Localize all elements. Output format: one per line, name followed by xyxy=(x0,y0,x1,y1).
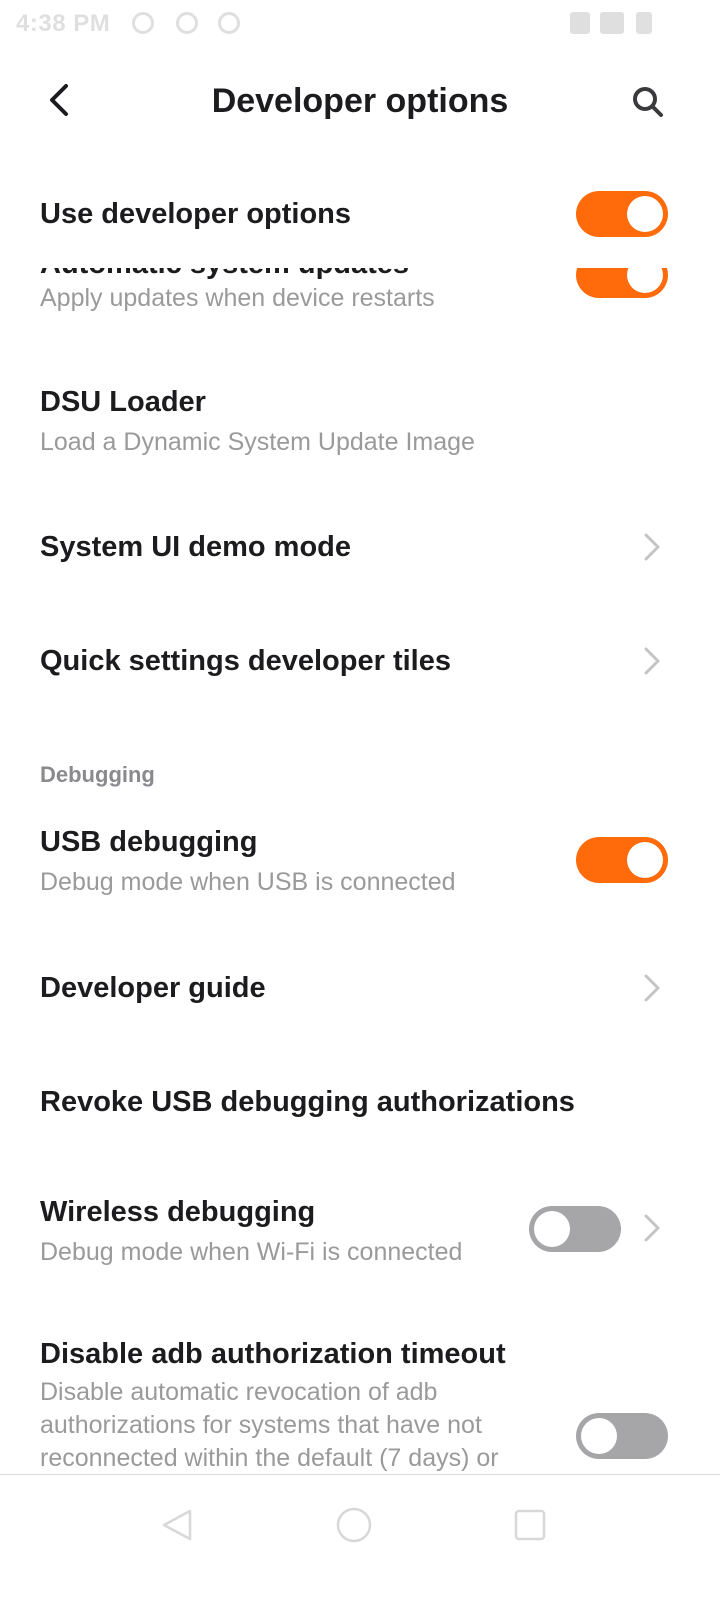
wifi-icon xyxy=(600,12,624,34)
page-title: Developer options xyxy=(211,82,509,120)
automatic-updates-subtitle: Apply updates when device restarts xyxy=(40,284,435,312)
developer-guide-title: Developer guide xyxy=(40,972,266,1004)
use-developer-options-label: Use developer options xyxy=(40,198,352,230)
developer-options-screen: 4:38 PM Developer options Use developer … xyxy=(0,0,720,1600)
chevron-right-icon xyxy=(640,645,664,677)
debugging-section-header: Debugging xyxy=(40,762,155,787)
quick-settings-tiles-title: Quick settings developer tiles xyxy=(40,645,451,677)
wireless-debugging-title: Wireless debugging xyxy=(40,1196,316,1228)
toggle-knob xyxy=(627,842,663,878)
disable-adb-timeout-title: Disable adb authorization timeout xyxy=(40,1338,506,1370)
notification-icon xyxy=(132,12,154,34)
toggle-knob xyxy=(534,1211,570,1247)
quick-settings-tiles-row[interactable]: Quick settings developer tiles xyxy=(0,629,720,699)
toggle-knob xyxy=(581,1418,617,1454)
use-developer-options-toggle[interactable] xyxy=(576,191,668,237)
battery-icon xyxy=(636,12,652,34)
wireless-debugging-subtitle: Debug mode when Wi-Fi is connected xyxy=(40,1238,463,1266)
nav-recents-icon[interactable] xyxy=(510,1505,550,1545)
use-developer-options-row[interactable]: Use developer options xyxy=(0,180,720,250)
usb-debugging-toggle[interactable] xyxy=(576,837,668,883)
status-time: 4:38 PM xyxy=(16,10,111,37)
system-ui-demo-mode-row[interactable]: System UI demo mode xyxy=(0,515,720,585)
dsu-loader-title: DSU Loader xyxy=(40,386,206,418)
dsu-loader-row[interactable]: DSU Loader Load a Dynamic System Update … xyxy=(0,370,720,470)
usb-debugging-row[interactable]: USB debugging Debug mode when USB is con… xyxy=(0,812,720,912)
automatic-updates-toggle[interactable] xyxy=(576,268,668,298)
chevron-right-icon xyxy=(640,531,664,563)
automatic-updates-title: Automatic system updates xyxy=(40,268,409,281)
usb-debugging-subtitle: Debug mode when USB is connected xyxy=(40,868,456,896)
disable-adb-timeout-row[interactable]: Disable adb authorization timeout Disabl… xyxy=(0,1324,720,1474)
chevron-right-icon xyxy=(640,972,664,1004)
developer-guide-row[interactable]: Developer guide xyxy=(0,956,720,1026)
revoke-usb-authorizations-row[interactable]: Revoke USB debugging authorizations xyxy=(0,1070,720,1140)
usb-debugging-title: USB debugging xyxy=(40,826,258,858)
signal-icon xyxy=(570,12,590,34)
notification-icon xyxy=(218,12,240,34)
disable-adb-timeout-toggle[interactable] xyxy=(576,1413,668,1459)
wireless-debugging-row[interactable]: Wireless debugging Debug mode when Wi-Fi… xyxy=(0,1182,720,1282)
dsu-loader-subtitle: Load a Dynamic System Update Image xyxy=(40,428,475,456)
status-bar: 4:38 PM xyxy=(0,0,720,50)
system-navigation-bar xyxy=(0,1474,720,1600)
notification-icon xyxy=(176,12,198,34)
revoke-usb-authorizations-title: Revoke USB debugging authorizations xyxy=(40,1086,575,1118)
search-icon[interactable] xyxy=(624,78,672,126)
wireless-debugging-toggle[interactable] xyxy=(529,1206,621,1252)
nav-home-icon[interactable] xyxy=(334,1505,374,1545)
system-ui-demo-mode-title: System UI demo mode xyxy=(40,531,352,563)
automatic-updates-row[interactable]: Automatic system updates Apply updates w… xyxy=(0,268,720,328)
toggle-knob xyxy=(627,268,663,293)
nav-back-icon[interactable] xyxy=(158,1505,198,1545)
disable-adb-timeout-subtitle: Disable automatic revocation of adb auth… xyxy=(40,1378,499,1472)
toggle-knob xyxy=(627,196,663,232)
app-bar: Developer options xyxy=(0,60,720,150)
chevron-right-icon xyxy=(640,1212,664,1244)
